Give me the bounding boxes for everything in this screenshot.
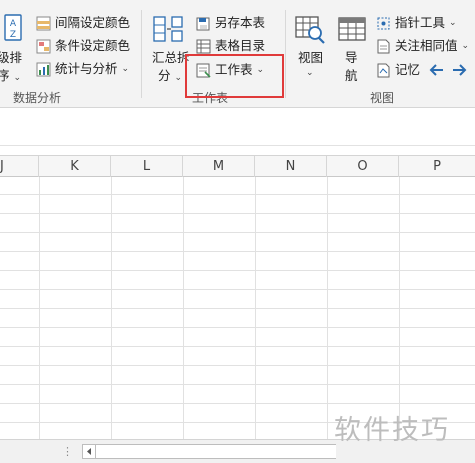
group-separator xyxy=(141,10,142,98)
column-header-j[interactable]: J xyxy=(0,156,39,177)
sort-az-icon: A Z xyxy=(4,14,22,41)
grid-line xyxy=(0,289,475,290)
formula-bar-area xyxy=(0,108,475,146)
save-sheet-label: 另存本表 xyxy=(215,15,266,30)
navigation-icon xyxy=(338,17,366,41)
column-header-o[interactable]: O xyxy=(327,156,399,177)
summary-split-line2: 分 ⌄ xyxy=(158,68,182,86)
table-directory-icon xyxy=(196,39,211,53)
view-magnifier-icon xyxy=(295,16,325,44)
navigation-button[interactable]: 导 航 xyxy=(336,12,368,86)
column-header-k[interactable]: K xyxy=(39,156,111,177)
svg-text:Z: Z xyxy=(10,30,16,40)
grid-line xyxy=(0,251,475,252)
sort-label-line2: 序 ⌄ xyxy=(0,68,21,86)
view-button[interactable]: 视图 ⌄ xyxy=(293,12,329,86)
save-sheet-button[interactable]: 另存本表 xyxy=(196,14,265,32)
column-header-l[interactable]: L xyxy=(111,156,183,177)
navigation-label-line1: 导 xyxy=(345,50,358,65)
summary-split-button[interactable]: 汇总拆 分 ⌄ xyxy=(149,12,190,86)
stats-analysis-button[interactable]: 统计与分析 ⌄ xyxy=(36,60,129,78)
group-title-data-analysis: 数据分析 xyxy=(13,91,62,105)
interval-color-icon xyxy=(36,16,51,30)
pointer-tool-button[interactable]: 指针工具 ⌄ xyxy=(376,14,457,32)
column-header-row: J K L M N O P xyxy=(0,155,475,177)
scroll-left-button[interactable] xyxy=(82,444,96,459)
sort-label-text: 序 xyxy=(0,68,10,83)
grid-line xyxy=(0,384,475,385)
pointer-tool-label: 指针工具 xyxy=(395,15,446,30)
chevron-down-icon: ⌄ xyxy=(306,68,314,78)
summary-split-line1: 汇总拆 xyxy=(152,50,190,65)
save-sheet-icon xyxy=(196,17,210,30)
arrow-right-icon[interactable] xyxy=(451,63,467,77)
grid-line xyxy=(0,308,475,309)
column-header-n[interactable]: N xyxy=(255,156,327,177)
highlight-box xyxy=(185,54,284,98)
memory-label: 记忆 xyxy=(395,62,421,77)
sort-label-line1: 级排 xyxy=(0,50,23,65)
grid-line xyxy=(0,327,475,328)
memory-button[interactable]: 记忆 xyxy=(376,61,420,79)
grid-line xyxy=(0,403,475,404)
focus-same-value-button[interactable]: 关注相同值 ⌄ xyxy=(376,37,469,55)
view-label: 视图 xyxy=(298,50,324,65)
grid-line xyxy=(0,232,475,233)
group-title-view: 视图 xyxy=(370,91,395,105)
ribbon: A Z 级排 序 ⌄ 间隔设定颜色 条件设定颜色 统计与分析 ⌄ 数据分析 汇总… xyxy=(0,0,475,108)
condition-color-label: 条件设定颜色 xyxy=(55,38,131,53)
chevron-down-icon: ⌄ xyxy=(461,41,470,51)
grid-line xyxy=(0,270,475,271)
column-header-m[interactable]: M xyxy=(183,156,255,177)
grid-line xyxy=(0,365,475,366)
summary-split-text: 分 xyxy=(158,68,171,83)
grid-line xyxy=(0,194,475,195)
stats-icon xyxy=(36,62,51,76)
svg-text:A: A xyxy=(10,19,17,29)
chevron-down-icon: ⌄ xyxy=(121,64,130,74)
arrow-left-icon[interactable] xyxy=(429,63,445,77)
condition-color-button[interactable]: 条件设定颜色 xyxy=(36,37,130,55)
pointer-tool-icon xyxy=(377,17,390,29)
chevron-down-icon: ⌄ xyxy=(13,73,22,83)
scroll-left-arrow-icon xyxy=(87,448,91,455)
grid-line xyxy=(0,213,475,214)
column-header-p[interactable]: P xyxy=(399,156,475,177)
focus-same-value-label: 关注相同值 xyxy=(395,38,458,53)
tab-splitter-handle[interactable]: ⋮ xyxy=(62,445,73,458)
chevron-down-icon: ⌄ xyxy=(449,18,457,28)
chevron-down-icon: ⌄ xyxy=(174,73,183,83)
memory-icon xyxy=(377,63,390,77)
interval-color-label: 间隔设定颜色 xyxy=(55,15,131,30)
focus-same-value-icon xyxy=(377,39,390,53)
watermark-text: 软件技巧 xyxy=(334,415,450,446)
stats-analysis-label: 统计与分析 xyxy=(55,61,118,76)
summary-split-icon xyxy=(153,16,183,42)
table-directory-button[interactable]: 表格目录 xyxy=(196,37,265,55)
condition-color-icon xyxy=(36,39,51,53)
horizontal-scrollbar[interactable] xyxy=(96,444,336,459)
sort-button[interactable]: A Z 级排 序 ⌄ xyxy=(0,12,26,86)
navigation-label-line2: 航 xyxy=(345,68,358,83)
table-directory-label: 表格目录 xyxy=(215,38,266,53)
grid-line xyxy=(0,346,475,347)
cell-grid[interactable] xyxy=(0,177,475,439)
interval-color-button[interactable]: 间隔设定颜色 xyxy=(36,14,130,32)
group-separator xyxy=(285,10,286,98)
